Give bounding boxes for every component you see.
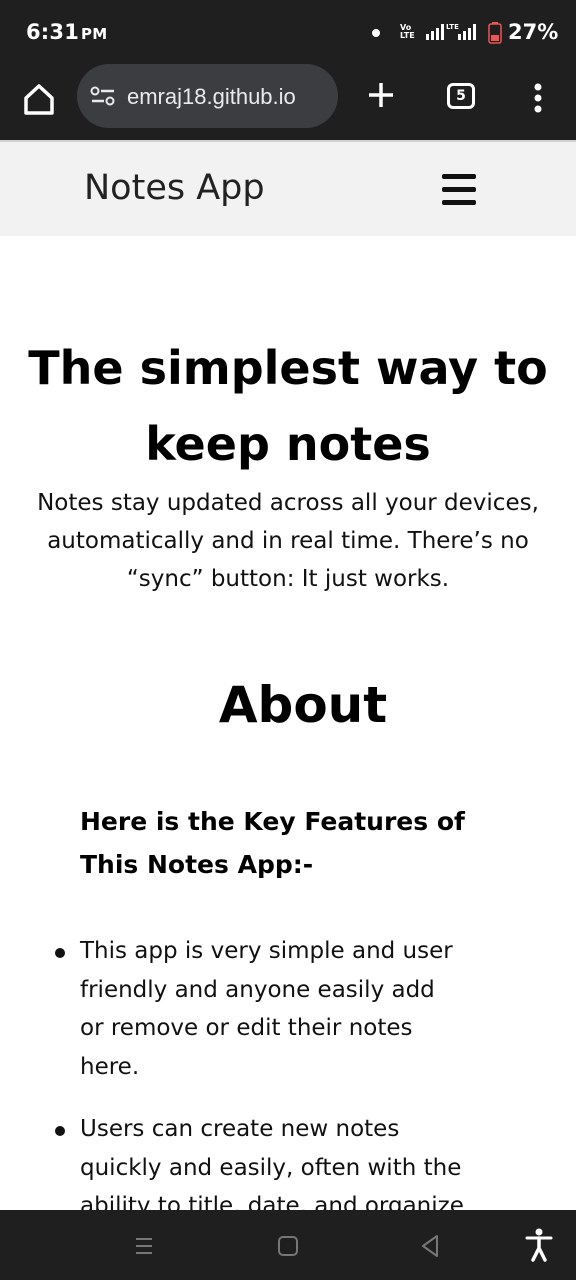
site-navbar: Notes App: [0, 140, 576, 236]
hero-subtitle-line: Notes stay updated across all your devic…: [37, 490, 539, 516]
features-heading-line: This Notes App:-: [80, 850, 314, 879]
battery-icon: [488, 22, 502, 44]
home-icon[interactable]: [20, 80, 58, 118]
feature-line: This app is very simple and user: [80, 938, 453, 964]
tab-switcher-icon[interactable]: 5: [447, 83, 475, 109]
feature-line: here.: [80, 1053, 140, 1080]
hamburger-menu-icon[interactable]: [440, 172, 478, 208]
battery-percent: 27%: [508, 20, 559, 44]
volte-icon: Vo LTE: [400, 23, 415, 40]
feature-line: ability to title, date, and organize: [80, 1193, 464, 1210]
recents-icon[interactable]: [134, 1236, 154, 1256]
new-tab-icon[interactable]: [364, 78, 398, 112]
hero-subtitle-line: “sync” button: It just works.: [126, 566, 450, 592]
notification-dot-icon: [372, 29, 380, 37]
feature-line: friendly and anyone easily add: [80, 976, 435, 1003]
hero-subtitle-line: automatically and in real time. There’s …: [47, 528, 529, 554]
about-title: About: [218, 676, 388, 734]
features-heading-line: Here is the Key Features of: [80, 807, 465, 836]
bullet-icon: [55, 1126, 65, 1136]
feature-line: or remove or edit their notes: [80, 1015, 413, 1041]
site-settings-icon[interactable]: [89, 85, 117, 107]
status-time-value: 6:31: [26, 20, 80, 44]
list-item: This app is very simple and user friendl…: [55, 932, 520, 1086]
address-bar[interactable]: emraj18.github.io: [77, 64, 338, 128]
url-text: emraj18.github.io: [127, 84, 296, 109]
hero-title-line: The simplest way to: [28, 341, 548, 395]
site-brand[interactable]: Notes App: [84, 168, 265, 208]
screen: 6:31 PM Vo LTE LTE 27% emraj18.github.io…: [0, 0, 576, 1280]
status-bar: 6:31 PM Vo LTE LTE 27%: [0, 0, 576, 62]
web-page: Notes App The simplest way to keep notes…: [0, 140, 576, 1210]
status-time-ampm: PM: [81, 25, 108, 43]
feature-line: Users can create new notes: [80, 1116, 400, 1142]
svg-text:LTE: LTE: [446, 23, 459, 31]
back-icon[interactable]: [420, 1234, 440, 1258]
hero-title: The simplest way to keep notes: [0, 330, 576, 482]
feature-list: This app is very simple and user friendl…: [55, 932, 520, 1210]
features-heading: Here is the Key Features of This Notes A…: [80, 800, 500, 886]
hero-title-line: keep notes: [145, 417, 431, 471]
list-item: Users can create new notes quickly and e…: [55, 1110, 520, 1210]
signal-strength-icon: LTE: [426, 23, 476, 40]
feature-line: quickly and easily, often with the: [80, 1154, 462, 1181]
browser-toolbar: emraj18.github.io 5: [0, 62, 576, 140]
hero-subtitle: Notes stay updated across all your devic…: [0, 484, 576, 598]
status-time: 6:31 PM: [26, 20, 107, 44]
accessibility-icon[interactable]: [524, 1228, 554, 1262]
system-navigation-bar: [0, 1210, 576, 1280]
more-menu-icon[interactable]: [526, 80, 550, 116]
home-nav-icon[interactable]: [278, 1236, 298, 1256]
bullet-icon: [55, 948, 65, 958]
